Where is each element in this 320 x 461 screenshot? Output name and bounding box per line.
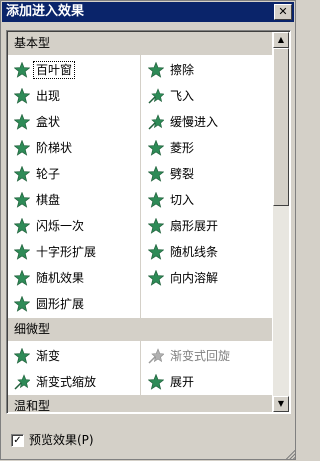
star-effect-icon <box>147 61 165 78</box>
effect-item[interactable]: 渐变式回旋 <box>144 345 268 367</box>
effect-item[interactable]: 缓慢进入 <box>144 111 268 133</box>
star-effect-icon <box>147 191 165 208</box>
effect-item[interactable]: 扇形展开 <box>144 215 268 237</box>
bottom-bar: ✓ 预览效果(P) <box>1 419 297 461</box>
effect-item[interactable]: 随机效果 <box>10 267 134 289</box>
effect-label: 盒状 <box>36 115 61 129</box>
effect-item[interactable]: 菱形 <box>144 137 268 159</box>
effect-label: 百叶窗 <box>32 61 76 79</box>
scroll-thumb[interactable] <box>273 48 289 206</box>
effect-item[interactable]: 圆形扩展 <box>10 293 134 315</box>
effect-label: 出现 <box>36 89 61 103</box>
section-header-subtle: 细微型 <box>8 318 272 341</box>
star-effect-icon <box>147 139 165 156</box>
effect-label: 闪烁一次 <box>36 219 85 233</box>
effect-item[interactable]: 渐变式缩放 <box>10 371 134 393</box>
star-effect-icon <box>13 165 31 182</box>
effect-label: 缓慢进入 <box>170 115 219 129</box>
effect-item[interactable]: 闪烁一次 <box>10 215 134 237</box>
star-effect-icon <box>13 347 31 364</box>
star-effect-icon <box>147 165 165 182</box>
effect-item[interactable]: 随机线条 <box>144 241 268 263</box>
effect-label: 飞入 <box>170 89 195 103</box>
effect-item[interactable]: 出现 <box>10 85 134 107</box>
preview-effect-checkbox[interactable]: ✓ <box>11 434 24 447</box>
effect-item[interactable]: 切入 <box>144 189 268 211</box>
star-effect-icon <box>13 243 31 260</box>
dialog-title: 添加进入效果 <box>6 4 85 19</box>
effect-label: 棋盘 <box>36 193 61 207</box>
star-effect-icon <box>148 348 165 364</box>
star-effect-icon <box>13 113 31 130</box>
effect-label: 展开 <box>170 375 195 389</box>
column-divider <box>140 341 141 397</box>
star-effect-icon <box>14 374 31 390</box>
effect-item[interactable]: 劈裂 <box>144 163 268 185</box>
effect-label: 向内溶解 <box>170 271 219 285</box>
star-effect-icon <box>148 88 165 104</box>
close-button[interactable]: ✕ <box>274 4 292 20</box>
effect-item[interactable]: 展开 <box>144 371 268 393</box>
effect-item[interactable]: 渐变 <box>10 345 134 367</box>
effect-item[interactable]: 盒状 <box>10 111 134 133</box>
effect-item[interactable]: 向内溶解 <box>144 267 268 289</box>
star-effect-icon <box>148 114 165 130</box>
effect-item[interactable]: 阶梯状 <box>10 137 134 159</box>
effect-label: 随机线条 <box>170 245 219 259</box>
star-effect-icon <box>13 269 31 286</box>
star-effect-icon <box>13 295 31 312</box>
star-effect-icon <box>147 269 165 286</box>
effect-label: 阶梯状 <box>36 141 73 155</box>
vertical-scrollbar[interactable]: ▲ ▼ <box>273 32 289 412</box>
effect-label: 扇形展开 <box>170 219 219 233</box>
star-effect-icon <box>13 139 31 156</box>
star-effect-icon <box>13 217 31 234</box>
star-effect-icon <box>13 191 31 208</box>
effect-item[interactable]: 飞入 <box>144 85 268 107</box>
effect-label: 菱形 <box>170 141 195 155</box>
scroll-down-button[interactable]: ▼ <box>273 396 289 412</box>
title-bar[interactable]: 添加进入效果 ✕ <box>2 2 294 22</box>
effect-label: 渐变式回旋 <box>170 349 231 363</box>
effect-label: 随机效果 <box>36 271 85 285</box>
effect-item[interactable]: 百叶窗 <box>10 59 134 81</box>
effect-label: 渐变 <box>36 349 61 363</box>
effect-item[interactable]: 棋盘 <box>10 189 134 211</box>
star-effect-icon <box>147 373 165 390</box>
section-header-basic: 基本型 <box>8 32 272 55</box>
section-header-moderate: 温和型 <box>8 395 272 412</box>
preview-effect-label[interactable]: 预览效果(P) <box>29 432 94 448</box>
resize-grip[interactable] <box>285 449 295 459</box>
effect-label: 劈裂 <box>170 167 195 181</box>
effect-label: 渐变式缩放 <box>36 375 97 389</box>
column-divider <box>140 55 141 318</box>
effects-list-panel: 基本型 百叶窗出现盒状阶梯状轮子棋盘闪烁一次十字形扩展随机效果圆形扩展 擦除飞入… <box>6 30 291 414</box>
star-effect-icon <box>13 87 31 104</box>
star-effect-icon <box>13 61 31 78</box>
effect-label: 切入 <box>170 193 195 207</box>
star-effect-icon <box>147 217 165 234</box>
effect-label: 圆形扩展 <box>36 297 85 311</box>
effect-item[interactable]: 轮子 <box>10 163 134 185</box>
effect-label: 十字形扩展 <box>36 245 97 259</box>
add-entrance-effect-dialog: 添加进入效果 ✕ 基本型 百叶窗出现盒状阶梯状轮子棋盘闪烁一次十字形扩展随机效果… <box>0 0 296 460</box>
effect-item[interactable]: 十字形扩展 <box>10 241 134 263</box>
effects-list: 基本型 百叶窗出现盒状阶梯状轮子棋盘闪烁一次十字形扩展随机效果圆形扩展 擦除飞入… <box>8 32 272 412</box>
effect-item[interactable]: 擦除 <box>144 59 268 81</box>
star-effect-icon <box>147 243 165 260</box>
scroll-up-button[interactable]: ▲ <box>273 32 289 48</box>
effect-label: 轮子 <box>36 167 61 181</box>
effect-label: 擦除 <box>170 63 195 77</box>
